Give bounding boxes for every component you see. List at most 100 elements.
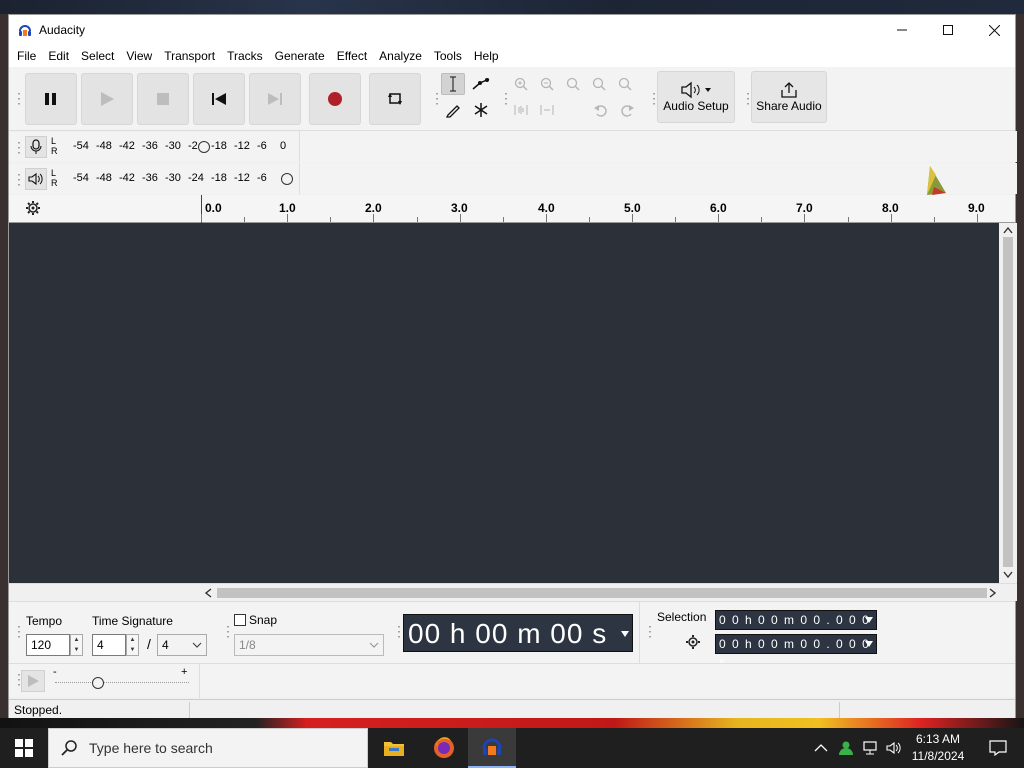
audio-position-display[interactable]: 00 h 00 m 00 s: [403, 614, 633, 652]
ruler-label: 2.0: [365, 201, 382, 215]
taskbar-firefox[interactable]: [420, 728, 468, 768]
selection-tool-button[interactable]: [441, 73, 465, 95]
people-icon[interactable]: [838, 740, 854, 756]
tools-grip[interactable]: [430, 91, 436, 105]
zoom-out-button[interactable]: [535, 73, 559, 95]
envelope-tool-button[interactable]: [469, 73, 493, 95]
scroll-left-icon[interactable]: [204, 588, 212, 598]
playback-meter-button[interactable]: [25, 168, 47, 190]
menu-select[interactable]: Select: [75, 45, 120, 67]
close-button[interactable]: [971, 15, 1017, 45]
volume-icon[interactable]: [886, 740, 902, 756]
fit-selection-button[interactable]: [561, 73, 585, 95]
menu-view[interactable]: View: [120, 45, 158, 67]
chevron-up-icon[interactable]: [814, 743, 828, 753]
playback-meter-scale[interactable]: -54 -48 -42 -36 -30 -24 -18 -12 -6: [73, 172, 280, 184]
undo-button[interactable]: [589, 99, 613, 121]
stop-button[interactable]: [137, 73, 189, 125]
horizontal-scrollbar[interactable]: [9, 583, 1017, 601]
snap-checkbox[interactable]: [234, 614, 246, 626]
taskbar-clock[interactable]: 6:13 AM 11/8/2024: [904, 731, 972, 765]
scroll-down-icon[interactable]: [1003, 571, 1013, 579]
trim-outside-button[interactable]: [509, 99, 533, 121]
pause-button[interactable]: [25, 73, 77, 125]
maximize-button[interactable]: [925, 15, 971, 45]
speed-slider-track[interactable]: [55, 682, 189, 683]
ruler-label: 8.0: [882, 201, 899, 215]
snap-select[interactable]: 1/8: [234, 634, 384, 656]
notifications-button[interactable]: [978, 728, 1018, 768]
play-button[interactable]: [81, 73, 133, 125]
time-signature-lower-select[interactable]: 4: [157, 634, 207, 656]
record-meter-scale[interactable]: -54 -48 -42 -36 -30 -24 -18 -12 -6 0: [73, 140, 303, 152]
playback-meter-grip[interactable]: [12, 172, 18, 186]
play-at-speed-button[interactable]: [21, 670, 45, 692]
toolbar-grip[interactable]: [12, 91, 18, 105]
taskbar-search-box[interactable]: Type here to search: [48, 728, 368, 768]
fit-project-button[interactable]: [587, 73, 611, 95]
loop-button[interactable]: [369, 73, 421, 125]
menu-transport[interactable]: Transport: [158, 45, 221, 67]
ruler-tick: [287, 214, 289, 222]
selection-end-display[interactable]: 0 0 h 0 0 m 0 0 . 0 0 0 s: [715, 634, 877, 669]
selection-start-display[interactable]: 0 0 h 0 0 m 0 0 . 0 0 0 s: [715, 610, 877, 645]
menu-tools[interactable]: Tools: [428, 45, 468, 67]
taskbar-audacity[interactable]: [468, 728, 516, 768]
silence-button[interactable]: [535, 99, 559, 121]
start-button[interactable]: [0, 728, 48, 768]
chevron-down-icon: [865, 641, 873, 647]
selection-options-button[interactable]: [685, 634, 701, 653]
record-button[interactable]: [309, 73, 361, 125]
ruler-tick: [890, 214, 892, 222]
menu-edit[interactable]: Edit: [42, 45, 75, 67]
tempo-input[interactable]: 120: [26, 634, 70, 656]
skip-to-start-button[interactable]: [193, 73, 245, 125]
timeline-options-button[interactable]: [25, 200, 41, 219]
meter-tick: -36: [142, 140, 158, 152]
edit-grip[interactable]: [499, 91, 505, 105]
skip-to-end-button[interactable]: [249, 73, 301, 125]
zoom-toggle-button[interactable]: [613, 73, 637, 95]
audio-setup-button[interactable]: Audio Setup: [657, 71, 735, 123]
tempo-spinner[interactable]: ▲ ▼: [70, 634, 83, 656]
speed-slider-thumb[interactable]: [92, 677, 104, 689]
playback-level-slider-thumb[interactable]: [281, 173, 293, 185]
redo-button[interactable]: [615, 99, 639, 121]
record-level-slider-thumb[interactable]: [198, 141, 210, 153]
time-signature-upper-spinner[interactable]: ▲ ▼: [126, 634, 139, 656]
timeline-ruler[interactable]: 0.0 1.0 2.0 3.0 4.0 5.0 6.0 7.0 8.0 9.0: [9, 195, 1015, 223]
vertical-scroll-thumb[interactable]: [1003, 237, 1013, 567]
vertical-scrollbar[interactable]: [999, 223, 1017, 583]
network-icon[interactable]: [862, 740, 880, 756]
snap-grip[interactable]: [221, 624, 227, 638]
menu-file[interactable]: File: [11, 45, 42, 67]
time-signature-upper-input[interactable]: 4: [92, 634, 126, 656]
ruler-tick: [244, 217, 246, 222]
taskbar-file-explorer[interactable]: [370, 728, 418, 768]
share-grip[interactable]: [741, 91, 747, 105]
time-signature-label: Time Signature: [92, 614, 173, 628]
scroll-up-icon[interactable]: [1003, 226, 1013, 234]
menu-tracks[interactable]: Tracks: [221, 45, 269, 67]
menu-generate[interactable]: Generate: [269, 45, 331, 67]
menu-analyze[interactable]: Analyze: [373, 45, 428, 67]
speed-minus-label: -: [53, 666, 57, 678]
record-meter-grip[interactable]: [12, 140, 18, 154]
minimize-icon: [897, 29, 907, 31]
menu-effect[interactable]: Effect: [331, 45, 373, 67]
share-audio-button[interactable]: Share Audio: [751, 71, 827, 123]
selection-grip[interactable]: [643, 624, 649, 638]
play-at-speed-grip[interactable]: [12, 672, 18, 686]
scroll-right-icon[interactable]: [989, 588, 997, 598]
draw-tool-button[interactable]: [441, 99, 465, 121]
audio-setup-grip[interactable]: [647, 91, 653, 105]
horizontal-scroll-thumb[interactable]: [217, 588, 987, 598]
minimize-button[interactable]: [879, 15, 925, 45]
multi-tool-button[interactable]: [469, 99, 493, 121]
record-meter-button[interactable]: [25, 136, 47, 158]
time-grip[interactable]: [392, 624, 398, 638]
time-signature-grip[interactable]: [12, 624, 18, 638]
menu-help[interactable]: Help: [468, 45, 505, 67]
zoom-in-button[interactable]: [509, 73, 533, 95]
track-panel[interactable]: [9, 223, 999, 583]
